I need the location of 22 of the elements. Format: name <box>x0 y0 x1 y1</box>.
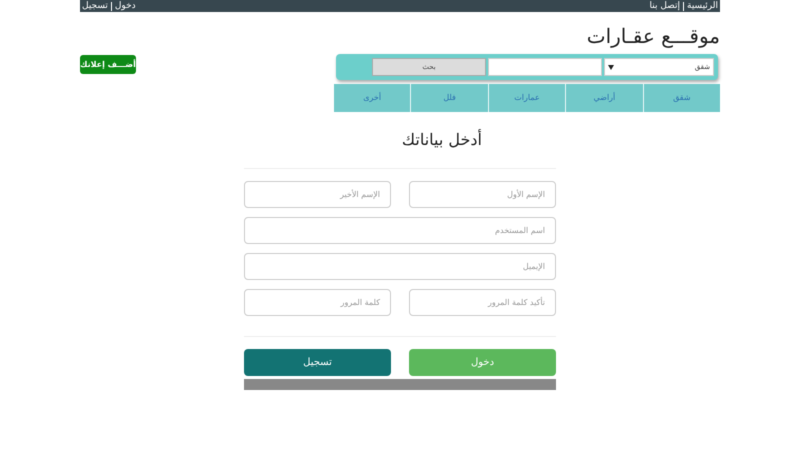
input-field[interactable]: الإسم الأول <box>409 181 556 208</box>
input-field[interactable]: الإيميل <box>244 253 556 280</box>
category-tab[interactable]: أراضي <box>566 84 644 112</box>
input-field[interactable]: كلمة المرور <box>244 289 391 316</box>
category-tab[interactable]: شقق <box>644 84 720 112</box>
input-field[interactable]: اسم المستخدم <box>244 217 556 244</box>
site-title: موقـــع عقـارات <box>586 23 720 50</box>
register-button[interactable]: تسجيل <box>244 349 391 376</box>
category-tab[interactable]: فلل <box>411 84 489 112</box>
add-ad-button[interactable]: أضـــف إعلانك <box>80 55 136 74</box>
input-field[interactable]: تأكيد كلمة المرور <box>409 289 556 316</box>
nav-link[interactable]: الرئيسية <box>687 0 718 12</box>
form-heading: أدخل بياناتك <box>400 128 483 151</box>
login-button[interactable]: دخول <box>409 349 556 376</box>
input-field[interactable]: الإسم الأخير <box>244 181 391 208</box>
dropdown-arrow-icon <box>608 64 614 70</box>
category-tab[interactable]: أخرى <box>334 84 412 112</box>
nav-link[interactable]: دخول <box>114 0 136 12</box>
nav-link[interactable]: إتصل بنا <box>650 0 680 12</box>
category-tab[interactable]: عمارات <box>488 84 566 112</box>
nav-link[interactable]: تسجيل <box>82 0 108 12</box>
search-field[interactable] <box>488 58 602 76</box>
